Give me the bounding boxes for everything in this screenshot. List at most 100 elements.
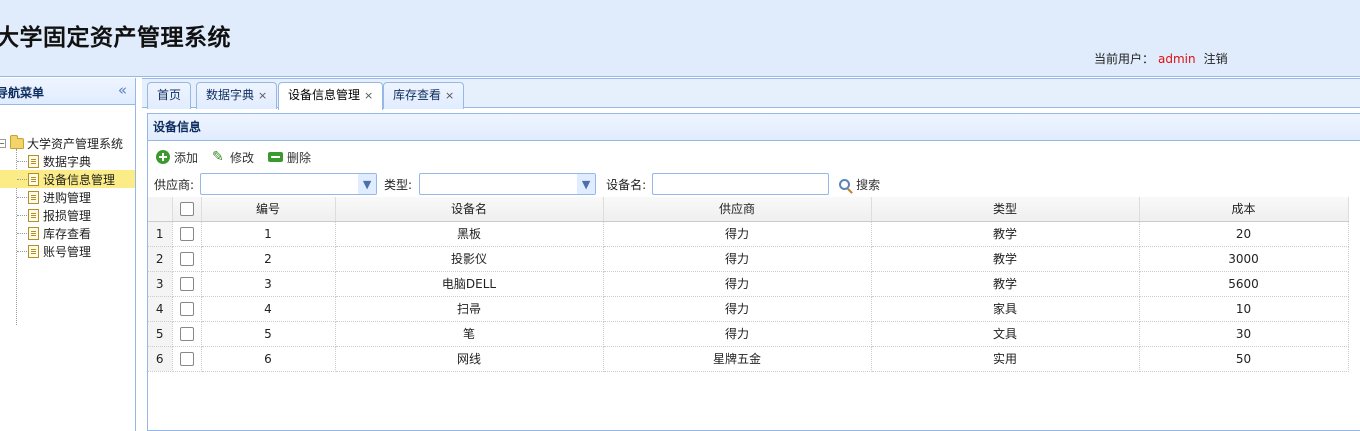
add-icon: [156, 150, 170, 164]
sidebar-item-account-management[interactable]: 账号管理: [0, 242, 135, 260]
file-icon: [28, 154, 39, 168]
edit-label: 修改: [230, 150, 255, 165]
row-number: 5: [148, 321, 173, 347]
user-bar: 当前用户： admin 注销: [1094, 50, 1228, 67]
row-number: 1: [148, 221, 173, 247]
add-label: 添加: [174, 150, 199, 165]
table-row[interactable]: 3 3 电脑DELL 得力 教学 5600: [148, 271, 1349, 297]
sidebar-item-label: 报损管理: [43, 208, 92, 223]
row-checkbox[interactable]: [179, 326, 194, 341]
cell-id: 5: [201, 321, 336, 347]
row-checkbox[interactable]: [179, 351, 194, 366]
cell-cost: 20: [1139, 221, 1349, 247]
sidebar-item-inventory[interactable]: 库存查看: [0, 224, 135, 242]
close-icon[interactable]: ×: [364, 89, 373, 102]
sidebar-item-label: 库存查看: [43, 226, 92, 241]
collapse-left-icon[interactable]: «: [118, 81, 127, 99]
cell-id: 4: [201, 296, 336, 322]
close-icon[interactable]: ×: [258, 89, 267, 102]
tab-device-management[interactable]: 设备信息管理 ×: [278, 82, 384, 110]
sidebar-item-data-dictionary[interactable]: 数据字典: [0, 152, 135, 170]
edit-button[interactable]: ✎ 修改: [212, 149, 254, 166]
cell-supplier: 得力: [603, 271, 872, 297]
select-all-checkbox[interactable]: [179, 202, 194, 216]
column-header-type[interactable]: 类型: [871, 197, 1140, 222]
row-checkbox[interactable]: [179, 251, 194, 266]
type-label: 类型:: [384, 177, 413, 192]
current-user-name: admin: [1158, 52, 1196, 66]
row-checkbox[interactable]: [179, 226, 194, 241]
tab-inventory[interactable]: 库存查看 ×: [383, 82, 465, 109]
sidebar: 导航菜单 « − 大学资产管理系统 数据字典 设备信息管理 进购管理 报损管理 …: [0, 78, 136, 431]
row-checkbox[interactable]: [179, 276, 194, 291]
search-button[interactable]: 搜索: [839, 176, 880, 193]
table-row[interactable]: 2 2 投影仪 得力 教学 3000: [148, 246, 1349, 272]
row-number: 4: [148, 296, 173, 322]
sidebar-item-label: 数据字典: [43, 154, 92, 169]
cell-name: 网线: [335, 346, 604, 372]
tab-bar: 首页 数据字典 × 设备信息管理 × 库存查看 ×: [142, 78, 1360, 110]
app-title: 大学固定资产管理系统: [0, 25, 231, 51]
row-checkbox-cell: [172, 296, 202, 322]
add-button[interactable]: 添加: [156, 149, 198, 166]
cell-cost: 50: [1139, 346, 1349, 372]
tree-root[interactable]: − 大学资产管理系统: [0, 135, 123, 152]
close-icon[interactable]: ×: [445, 89, 454, 102]
delete-button[interactable]: 删除: [268, 149, 311, 166]
column-header-supplier[interactable]: 供应商: [603, 197, 872, 222]
row-number-header: [148, 197, 173, 222]
row-number: 3: [148, 271, 173, 297]
remove-icon: [268, 152, 284, 162]
row-number: 2: [148, 246, 173, 272]
app-header: 大学固定资产管理系统 当前用户： admin 注销: [0, 0, 1360, 77]
tab-label: 数据字典: [206, 88, 255, 102]
folder-icon: [10, 135, 24, 149]
pencil-icon: ✎: [212, 149, 224, 165]
cell-cost: 5600: [1139, 271, 1349, 297]
table-row[interactable]: 1 1 黑板 得力 教学 20: [148, 221, 1349, 247]
tab-label: 库存查看: [393, 88, 442, 102]
type-select[interactable]: ▼: [419, 173, 597, 195]
cell-type: 教学: [871, 271, 1140, 297]
cell-id: 1: [201, 221, 336, 247]
sidebar-item-purchase-management[interactable]: 进购管理: [0, 188, 135, 206]
tab-data-dictionary[interactable]: 数据字典 ×: [196, 82, 278, 109]
sidebar-item-damage-management[interactable]: 报损管理: [0, 206, 135, 224]
search-bar: 供应商: ▼ 类型: ▼ 设备名: 搜索: [154, 172, 880, 196]
cell-type: 文具: [871, 321, 1140, 347]
row-checkbox-cell: [172, 246, 202, 272]
row-checkbox[interactable]: [179, 301, 194, 316]
cell-id: 3: [201, 271, 336, 297]
select-all-checkbox-cell: [172, 197, 202, 222]
device-table: 编号 设备名 供应商 类型 成本 1 1 黑板 得力 教学 20 2 2 投影仪: [148, 197, 1349, 372]
chevron-down-icon[interactable]: ▼: [358, 174, 377, 194]
row-checkbox-cell: [172, 346, 202, 372]
row-checkbox-cell: [172, 221, 202, 247]
tab-label: 首页: [157, 88, 182, 102]
tree-toggle-icon[interactable]: −: [0, 139, 6, 148]
column-header-name[interactable]: 设备名: [335, 197, 604, 222]
column-header-id[interactable]: 编号: [201, 197, 336, 222]
file-icon: [28, 208, 39, 222]
sidebar-title: 导航菜单: [0, 86, 45, 100]
chevron-down-icon[interactable]: ▼: [577, 174, 596, 194]
table-row[interactable]: 5 5 笔 得力 文具 30: [148, 321, 1349, 347]
cell-supplier: 星牌五金: [603, 346, 872, 372]
file-icon: [28, 226, 39, 240]
cell-name: 黑板: [335, 221, 604, 247]
column-header-cost[interactable]: 成本: [1139, 197, 1349, 222]
cell-type: 教学: [871, 221, 1140, 247]
device-info-panel: 设备信息 添加 ✎ 修改 删除 供应商: ▼ 类型: ▼ 设备名: 搜索 编号 …: [147, 113, 1360, 431]
sidebar-item-device-management[interactable]: 设备信息管理: [0, 170, 135, 188]
supplier-label: 供应商:: [154, 177, 195, 192]
table-row[interactable]: 4 4 扫帚 得力 家具 10: [148, 296, 1349, 322]
table-row[interactable]: 6 6 网线 星牌五金 实用 50: [148, 346, 1349, 372]
cell-supplier: 得力: [603, 321, 872, 347]
file-icon: [28, 172, 39, 186]
device-name-input[interactable]: [652, 173, 830, 195]
sidebar-header: 导航菜单 «: [0, 78, 135, 105]
cell-id: 2: [201, 246, 336, 272]
supplier-select[interactable]: ▼: [200, 173, 378, 195]
tab-home[interactable]: 首页: [147, 82, 192, 109]
logout-link[interactable]: 注销: [1204, 52, 1228, 66]
